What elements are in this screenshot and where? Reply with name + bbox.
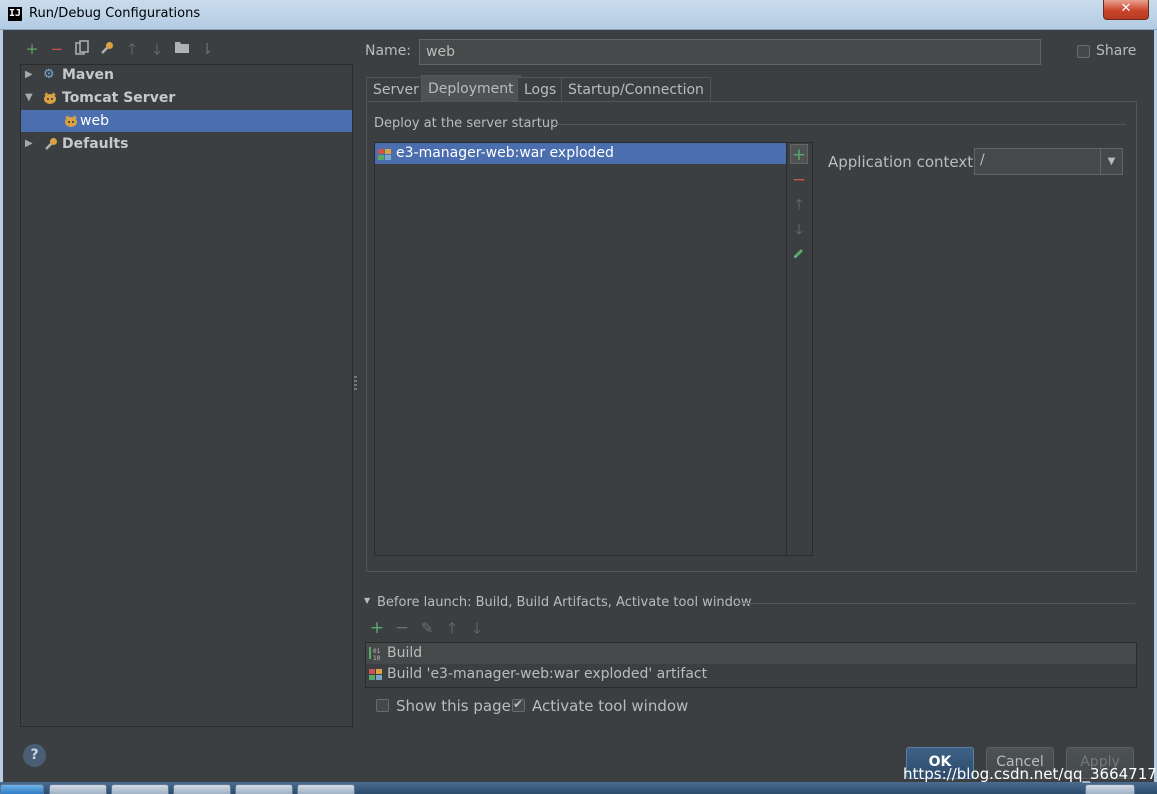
close-window-button[interactable]: ✕ (1103, 0, 1149, 20)
taskbar-item[interactable] (111, 784, 169, 794)
deploy-artifact-item[interactable]: e3-manager-web:war exploded (375, 143, 786, 164)
task-label: Build (387, 645, 423, 661)
configurations-tree[interactable] (20, 64, 353, 727)
task-label: Build 'e3-manager-web:war exploded' arti… (387, 666, 708, 682)
tab-logs[interactable]: Logs (517, 77, 564, 101)
move-task-up-icon[interactable]: 🡑 (443, 619, 461, 637)
section-divider (735, 603, 1135, 604)
add-configuration-icon[interactable]: + (23, 40, 41, 58)
artifact-label: e3-manager-web:war exploded (396, 145, 614, 161)
move-artifact-down-icon[interactable]: 🡓 (790, 220, 808, 240)
move-down-icon[interactable]: 🡓 (148, 40, 166, 58)
start-button[interactable] (0, 784, 44, 794)
move-task-down-icon[interactable]: 🡓 (468, 619, 486, 637)
remove-artifact-icon[interactable]: − (790, 170, 808, 190)
chevron-down-icon[interactable]: ▼ (1100, 149, 1122, 174)
artifact-icon (377, 144, 393, 165)
deploy-section-title: Deploy at the server startup (374, 116, 559, 131)
watermark: https://blog.csdn.net/qq_36647176 (903, 765, 1157, 783)
tree-item-tomcat-server[interactable]: ▼ Tomcat Server (21, 87, 352, 109)
before-launch-title[interactable]: Before launch: Build, Build Artifacts, A… (377, 595, 752, 610)
window-frame-left (0, 30, 3, 794)
name-input[interactable]: web (419, 39, 1041, 65)
application-context-label: Application context: (828, 153, 979, 171)
edit-defaults-wrench-icon[interactable] (98, 40, 116, 58)
artifact-icon (368, 666, 384, 689)
tab-deployment[interactable]: Deployment (421, 75, 521, 101)
help-button[interactable]: ? (23, 744, 46, 767)
section-divider (552, 124, 1126, 125)
tree-item-label: Defaults (62, 136, 129, 152)
window-title: Run/Debug Configurations (29, 6, 201, 21)
tree-item-label: Tomcat Server (62, 90, 176, 106)
svg-text:01: 01 (373, 648, 381, 655)
application-context-value: / (980, 152, 985, 168)
panel-splitter[interactable] (354, 376, 357, 390)
deploy-artifacts-list[interactable] (374, 142, 813, 556)
move-up-icon[interactable]: 🡑 (123, 40, 141, 58)
taskbar-item[interactable] (297, 784, 355, 794)
sort-alphabetically-icon[interactable]: ⇂ (198, 40, 216, 58)
copy-configuration-icon[interactable] (73, 40, 91, 58)
application-context-combobox[interactable]: / ▼ (974, 148, 1123, 175)
maven-gear-icon: ⚙ (43, 67, 55, 82)
tree-item-maven[interactable]: ▶ ⚙ Maven (21, 64, 352, 86)
taskbar-item[interactable] (49, 784, 107, 794)
taskbar-item[interactable] (1085, 784, 1135, 794)
remove-configuration-icon[interactable]: − (48, 40, 66, 58)
name-label: Name: (365, 43, 412, 59)
create-folder-icon[interactable] (173, 40, 191, 58)
edit-task-pencil-icon[interactable]: ✎ (418, 619, 436, 637)
tomcat-icon (63, 110, 79, 132)
expand-arrow-icon[interactable]: ▶ (25, 133, 33, 155)
collapse-triangle-icon[interactable]: ▼ (364, 596, 370, 605)
tab-server[interactable]: Server (366, 77, 426, 101)
add-artifact-icon[interactable]: + (790, 144, 808, 165)
tomcat-icon (42, 87, 58, 109)
defaults-wrench-icon (43, 133, 59, 155)
tree-item-label: web (80, 113, 109, 129)
svg-text:10: 10 (373, 655, 381, 662)
move-artifact-up-icon[interactable]: 🡑 (790, 195, 808, 215)
collapse-arrow-icon[interactable]: ▼ (25, 87, 33, 109)
tree-item-web[interactable]: web (21, 110, 352, 132)
task-build-artifact[interactable]: Build 'e3-manager-web:war exploded' arti… (366, 664, 1136, 685)
remove-task-icon[interactable]: − (393, 619, 411, 637)
intellij-app-icon: IJ (8, 7, 22, 21)
task-build[interactable]: 01 10 Build (366, 643, 1136, 664)
window-title-bar: IJ Run/Debug Configurations ✕ (0, 0, 1157, 30)
add-task-icon[interactable]: + (368, 619, 386, 637)
expand-arrow-icon[interactable]: ▶ (25, 64, 33, 86)
tree-item-label: Maven (62, 67, 114, 83)
tree-item-defaults[interactable]: ▶ Defaults (21, 133, 352, 155)
share-label: Share (1096, 43, 1137, 59)
activate-tool-window-checkbox[interactable] (512, 697, 525, 712)
show-this-page-checkbox[interactable] (376, 699, 389, 712)
taskbar-item[interactable] (235, 784, 293, 794)
edit-artifact-pencil-icon[interactable] (790, 245, 808, 265)
taskbar-item[interactable] (173, 784, 231, 794)
activate-tool-window-label: Activate tool window (532, 697, 689, 715)
share-checkbox[interactable] (1077, 45, 1090, 58)
tab-startup-connection[interactable]: Startup/Connection (561, 77, 711, 101)
show-this-page-label: Show this page (396, 697, 511, 715)
